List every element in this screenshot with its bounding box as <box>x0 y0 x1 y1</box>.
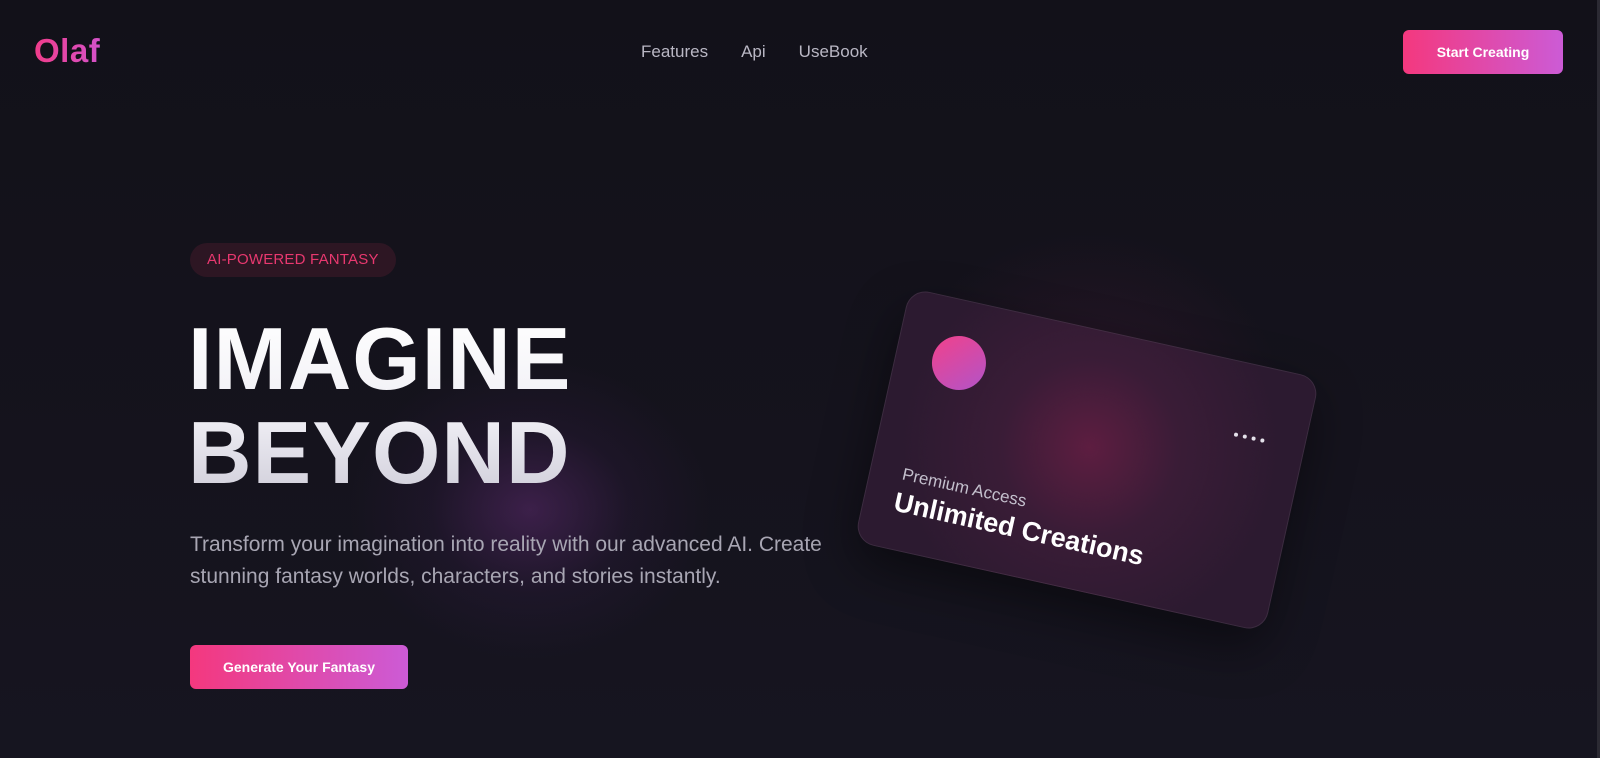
card-avatar <box>926 330 992 396</box>
nav-link-usebook[interactable]: UseBook <box>799 42 868 62</box>
hero-description: Transform your imagination into reality … <box>190 533 822 588</box>
site-header: Olaf Features Api UseBook Start Creating <box>0 0 1597 104</box>
hero-headline: IMAGINE BEYOND <box>188 312 571 500</box>
headline-line-1: IMAGINE <box>188 309 572 408</box>
nav-link-api[interactable]: Api <box>741 42 766 62</box>
headline-line-2: BEYOND <box>188 403 571 502</box>
main-nav: Features Api UseBook <box>641 42 868 62</box>
hero-badge: AI-POWERED FANTASY <box>190 243 396 277</box>
logo[interactable]: Olaf <box>34 32 100 70</box>
start-creating-button[interactable]: Start Creating <box>1403 30 1563 74</box>
nav-link-features[interactable]: Features <box>641 42 708 62</box>
landing-page: Olaf Features Api UseBook Start Creating… <box>0 0 1600 758</box>
generate-fantasy-button[interactable]: Generate Your Fantasy <box>190 645 408 689</box>
more-dots-icon[interactable] <box>1233 432 1265 443</box>
